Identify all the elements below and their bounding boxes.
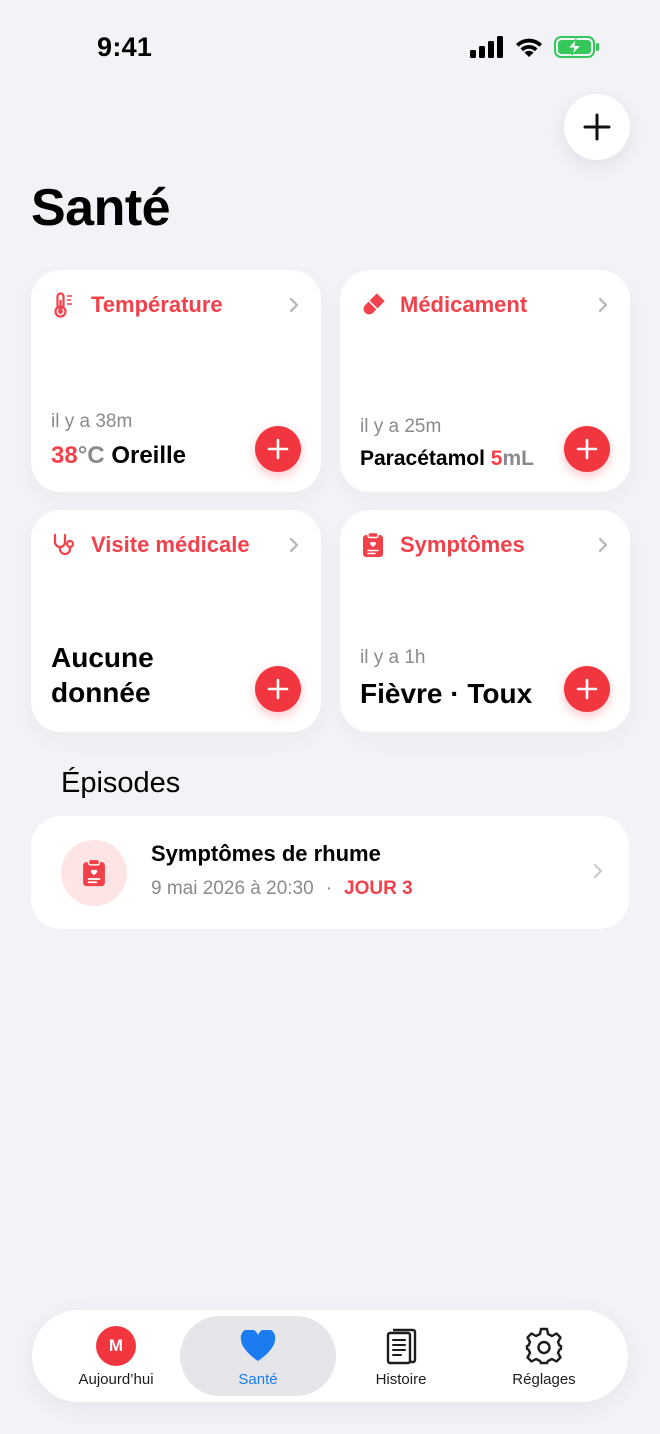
wifi-icon (516, 38, 542, 57)
tab-settings[interactable]: Réglages (466, 1316, 622, 1396)
avatar: M (96, 1326, 136, 1366)
chevron-right-icon (596, 295, 610, 315)
episode-date: 9 mai 2026 à 20:30 (151, 878, 314, 899)
medication-time-ago: il y a 25m (360, 416, 442, 437)
tab-bar: M Aujourd’hui Santé Histoire Réglages (32, 1310, 628, 1402)
temperature-location: Oreille (111, 442, 187, 469)
medication-card-title: Médicament (400, 292, 528, 317)
plus-icon (576, 438, 598, 460)
chevron-right-icon (287, 295, 301, 315)
add-medication-button[interactable] (564, 426, 610, 472)
episode-list-item[interactable]: Symptômes de rhume 9 mai 2026 à 20:30 · … (31, 816, 629, 929)
clipboard-icon (61, 840, 127, 906)
thermometer-icon (51, 292, 77, 318)
stethoscope-icon (51, 532, 77, 558)
temperature-card-header: Température (51, 290, 301, 320)
temperature-value: 38 (51, 442, 78, 469)
heart-icon (240, 1326, 276, 1366)
plus-icon (267, 438, 289, 460)
episode-meta: 9 mai 2026 à 20:30 · JOUR 3 (151, 878, 413, 900)
symptoms-card-title: Symptômes (400, 532, 525, 557)
tab-today[interactable]: M Aujourd’hui (38, 1316, 194, 1396)
temperature-card-title: Température (91, 292, 223, 317)
medication-card[interactable]: Médicament il y a 25m Paracétamol 5mL (340, 270, 630, 492)
temperature-unit: °C (77, 442, 105, 469)
medication-value-line: Paracétamol 5mL (360, 447, 534, 471)
cellular-signal-icon (470, 36, 503, 58)
symptoms-card-header: Symptômes (360, 530, 610, 560)
tab-label: Aujourd’hui (78, 1371, 154, 1388)
add-temperature-button[interactable] (255, 426, 301, 472)
chevron-right-icon (596, 535, 610, 555)
visit-empty-line2: donnée (51, 677, 151, 708)
tab-label: Réglages (512, 1371, 576, 1388)
episode-separator: · (325, 878, 333, 899)
journal-icon (384, 1326, 418, 1366)
chevron-right-icon (593, 863, 603, 884)
avatar-icon: M (96, 1326, 136, 1366)
tab-label: Santé (238, 1371, 278, 1388)
add-symptoms-button[interactable] (564, 666, 610, 712)
plus-icon (583, 113, 611, 141)
page-title: Santé (31, 179, 171, 237)
visit-card[interactable]: Visite médicale Aucune donnée (31, 510, 321, 732)
clipboard-icon (360, 532, 386, 558)
temperature-value-line: 38°C Oreille (51, 442, 186, 470)
medication-name: Paracétamol (360, 447, 485, 470)
status-time: 9:41 (97, 32, 153, 62)
battery-charging-icon (554, 36, 599, 58)
add-visit-button[interactable] (255, 666, 301, 712)
medication-card-header: Médicament (360, 290, 610, 320)
tab-health[interactable]: Santé (180, 1316, 336, 1396)
status-bar: 9:41 (0, 0, 660, 96)
visit-empty-line1: Aucune (51, 642, 154, 673)
visit-empty-text: Aucune donnée (51, 640, 154, 710)
temperature-time-ago: il y a 38m (51, 411, 133, 432)
tab-label: Histoire (375, 1371, 427, 1388)
pill-icon (360, 292, 386, 318)
temperature-card[interactable]: Température il y a 38m 38°C Oreille (31, 270, 321, 492)
episode-title: Symptômes de rhume (151, 841, 381, 866)
tab-history[interactable]: Histoire (323, 1316, 479, 1396)
episode-day-badge: JOUR 3 (344, 878, 413, 899)
visit-card-header: Visite médicale (51, 530, 301, 560)
medication-unit: mL (502, 447, 534, 470)
chevron-right-icon (287, 535, 301, 555)
episodes-section-title: Épisodes (61, 767, 181, 799)
medication-dose: 5 (490, 447, 503, 470)
symptoms-card[interactable]: Symptômes il y a 1h Fièvre · Toux (340, 510, 630, 732)
visit-card-title: Visite médicale (91, 532, 250, 557)
add-button[interactable] (564, 94, 630, 160)
symptoms-time-ago: il y a 1h (360, 647, 426, 668)
gear-icon (525, 1326, 563, 1366)
plus-icon (576, 678, 598, 700)
status-icons (470, 36, 600, 58)
plus-icon (267, 678, 289, 700)
symptoms-value: Fièvre · Toux (360, 678, 533, 709)
